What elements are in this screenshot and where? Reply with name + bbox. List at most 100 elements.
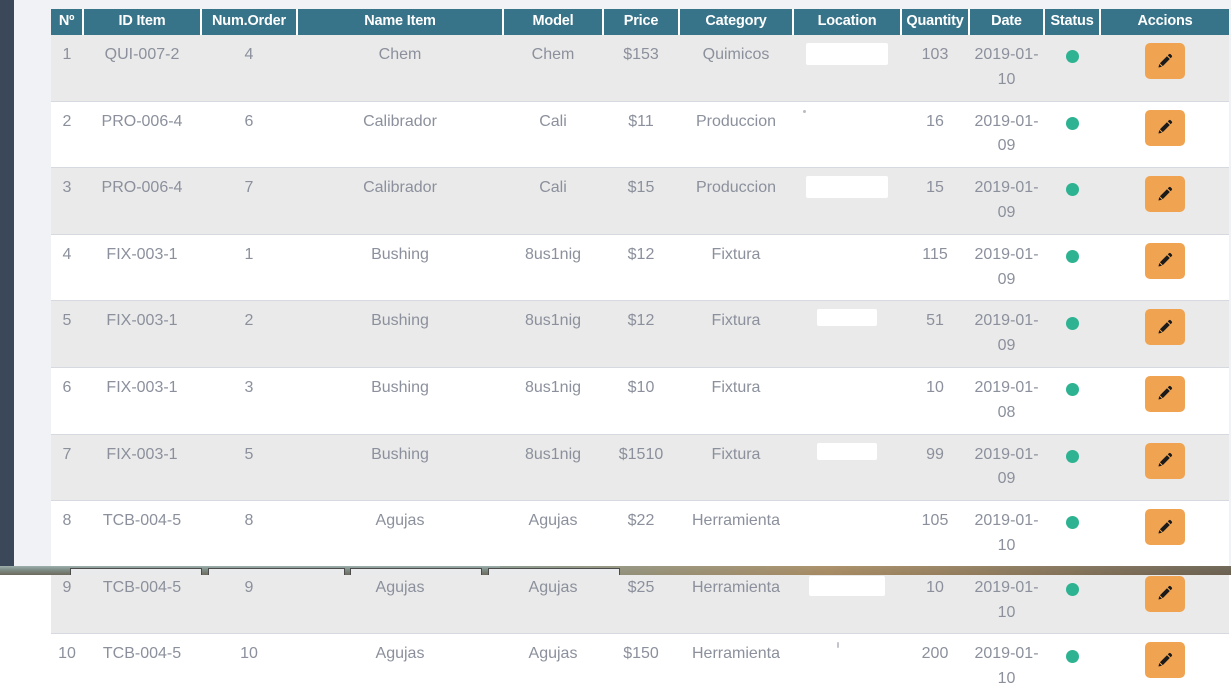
cell-date: 2019-01-09 bbox=[969, 100, 1044, 168]
date-value: 2019-01-09 bbox=[974, 245, 1039, 288]
cell-order: 1 bbox=[201, 233, 297, 301]
column-header-order[interactable]: Num.Order bbox=[200, 9, 298, 35]
cell-price: $11 bbox=[603, 100, 679, 168]
location-redaction bbox=[803, 109, 806, 113]
date-value: 2019-01-09 bbox=[974, 312, 1039, 355]
cell-quantity: 10 bbox=[901, 366, 969, 435]
edit-row-button[interactable] bbox=[1144, 375, 1185, 412]
column-header-status[interactable]: Status bbox=[1043, 9, 1101, 35]
status-dot-icon bbox=[1065, 250, 1079, 264]
cell-id: TCB-004-5 bbox=[83, 500, 201, 568]
cell-date: 2019-01-10 bbox=[969, 500, 1044, 568]
column-header-actions[interactable]: Accions bbox=[1099, 9, 1229, 35]
pencil-icon bbox=[1145, 519, 1185, 536]
cell-order: 7 bbox=[201, 167, 297, 235]
cell-status bbox=[1044, 100, 1100, 168]
dock-item[interactable] bbox=[350, 568, 482, 575]
cell-actions bbox=[1100, 500, 1229, 568]
table-row[interactable]: 1 QUI-007-2 4 Chem Chem $153 Quimicos 103 2019-0… bbox=[51, 35, 1229, 102]
sidebar-rail bbox=[0, 0, 14, 575]
edit-row-button[interactable] bbox=[1144, 442, 1185, 479]
column-header-price[interactable]: Price bbox=[602, 9, 680, 35]
cell-name: Bushing bbox=[297, 433, 503, 501]
column-header-quantity[interactable]: Quantity bbox=[900, 9, 970, 35]
cell-price: $15 bbox=[603, 167, 679, 235]
edit-row-button[interactable] bbox=[1144, 509, 1185, 546]
cell-location bbox=[793, 300, 901, 368]
cell-price: $25 bbox=[603, 566, 679, 634]
column-header-date[interactable]: Date bbox=[968, 9, 1045, 35]
cell-name: Agujas bbox=[297, 633, 503, 700]
column-header-model[interactable]: Model bbox=[502, 9, 604, 35]
cell-id: PRO-006-4 bbox=[83, 100, 201, 168]
column-header-no[interactable]: Nº bbox=[51, 9, 84, 35]
location-redaction bbox=[806, 43, 888, 65]
cell-price: $1510 bbox=[603, 433, 679, 501]
edit-row-button[interactable] bbox=[1144, 242, 1185, 279]
edit-row-button[interactable] bbox=[1144, 642, 1185, 679]
cell-price: $153 bbox=[603, 35, 679, 102]
edit-row-button[interactable] bbox=[1144, 309, 1185, 346]
cell-actions bbox=[1100, 233, 1229, 301]
edit-row-button[interactable] bbox=[1144, 575, 1185, 612]
edit-row-button[interactable] bbox=[1144, 43, 1185, 79]
cell-no: 5 bbox=[51, 300, 83, 368]
status-dot-icon bbox=[1065, 50, 1079, 64]
cell-quantity: 103 bbox=[901, 35, 969, 102]
edit-row-button[interactable] bbox=[1144, 109, 1185, 146]
cell-order: 5 bbox=[201, 433, 297, 501]
cell-date: 2019-01-10 bbox=[969, 566, 1044, 634]
table-row[interactable]: 7 FIX-003-1 5 Bushing 8us1nig $1510 Fixtura 99 2… bbox=[51, 433, 1229, 501]
table-row[interactable]: 3 PRO-006-4 7 Calibrador Cali $15 Produccion 15… bbox=[51, 167, 1229, 235]
cell-quantity: 15 bbox=[901, 167, 969, 235]
cell-no: 10 bbox=[51, 633, 83, 700]
cell-no: 8 bbox=[51, 500, 83, 568]
cell-actions bbox=[1100, 633, 1229, 700]
cell-quantity: 99 bbox=[901, 433, 969, 501]
cell-model: Chem bbox=[503, 35, 603, 102]
cell-no: 4 bbox=[51, 233, 83, 301]
pencil-icon bbox=[1145, 652, 1185, 669]
desktop-dock[interactable] bbox=[0, 566, 1231, 575]
cell-quantity: 51 bbox=[901, 300, 969, 368]
dock-item[interactable] bbox=[70, 568, 202, 575]
column-header-category[interactable]: Category bbox=[678, 9, 794, 35]
table-row[interactable]: 6 FIX-003-1 3 Bushing 8us1nig $10 Fixtura 10 201… bbox=[51, 366, 1229, 435]
cell-price: $12 bbox=[603, 300, 679, 368]
cell-quantity: 115 bbox=[901, 233, 969, 301]
table-row[interactable]: 9 TCB-004-5 9 Agujas Agujas $25 Herramienta 10 2… bbox=[51, 566, 1229, 634]
table-row[interactable]: 2 PRO-006-4 6 Calibrador Cali $11 Produccion 16… bbox=[51, 100, 1229, 168]
cell-id: TCB-004-5 bbox=[83, 633, 201, 700]
cell-actions bbox=[1100, 100, 1229, 168]
edit-row-button[interactable] bbox=[1144, 176, 1185, 213]
table-row[interactable]: 8 TCB-004-5 8 Agujas Agujas $22 Herramienta 105… bbox=[51, 500, 1229, 568]
cell-id: PRO-006-4 bbox=[83, 167, 201, 235]
cell-category: Produccion bbox=[679, 100, 793, 168]
cell-model: Agujas bbox=[503, 500, 603, 568]
column-header-name[interactable]: Name Item bbox=[296, 9, 504, 35]
cell-actions bbox=[1100, 300, 1229, 368]
cell-status bbox=[1044, 366, 1100, 435]
cell-price: $10 bbox=[603, 366, 679, 435]
date-value: 2019-01-10 bbox=[974, 578, 1039, 621]
dock-item[interactable] bbox=[488, 568, 620, 575]
table-row[interactable]: 5 FIX-003-1 2 Bushing 8us1nig $12 Fixtura 51 201… bbox=[51, 300, 1229, 368]
table-row[interactable]: 4 FIX-003-1 1 Bushing 8us1nig $12 Fixtura 115 20… bbox=[51, 233, 1229, 301]
cell-price: $12 bbox=[603, 233, 679, 301]
cell-name: Bushing bbox=[297, 233, 503, 301]
cell-no: 2 bbox=[51, 100, 83, 168]
column-header-location[interactable]: Location bbox=[792, 9, 902, 35]
cell-category: Herramienta bbox=[679, 633, 793, 700]
table-row[interactable]: 10 TCB-004-5 10 Agujas Agujas $150 Herramienta… bbox=[51, 633, 1229, 700]
cell-location bbox=[793, 233, 901, 301]
cell-order: 3 bbox=[201, 366, 297, 435]
cell-id: QUI-007-2 bbox=[83, 35, 201, 102]
cell-category: Herramienta bbox=[679, 500, 793, 568]
cell-order: 8 bbox=[201, 500, 297, 568]
cell-id: FIX-003-1 bbox=[83, 433, 201, 501]
column-header-id[interactable]: ID Item bbox=[82, 9, 202, 35]
dock-item[interactable] bbox=[208, 568, 345, 575]
cell-category: Produccion bbox=[679, 167, 793, 235]
location-redaction bbox=[809, 575, 885, 596]
status-dot-icon bbox=[1065, 116, 1079, 130]
